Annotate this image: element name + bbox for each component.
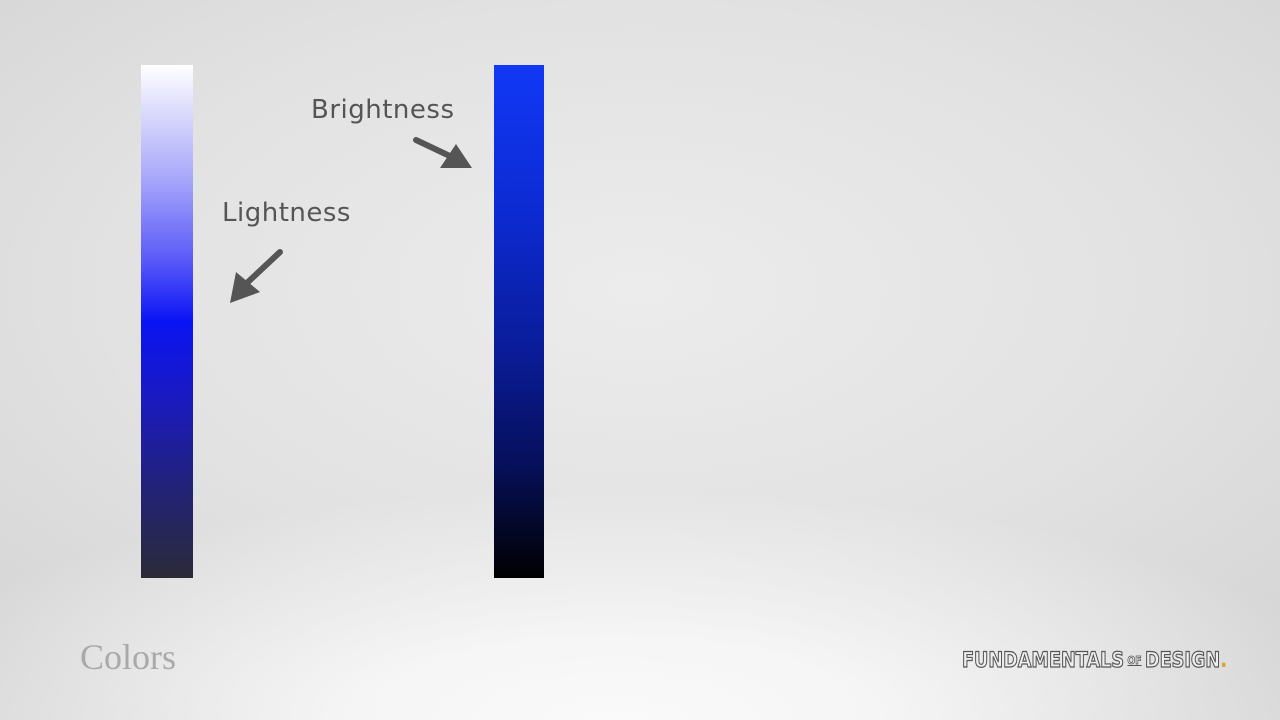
slide-title: Colors (80, 637, 177, 677)
lightness-gradient-bar (141, 65, 193, 578)
brightness-label: Brightness (311, 95, 455, 125)
arrow-down-left-icon (230, 249, 283, 303)
brightness-gradient-bar (494, 65, 544, 578)
logo-word-of: OF (1127, 653, 1142, 667)
arrow-down-right-icon (413, 137, 472, 168)
lightness-label: Lightness (222, 198, 351, 228)
logo-word-design: DESIGN (1144, 647, 1221, 672)
fundamentals-of-design-logo: FUNDAMENTALS OF DESIGN . (961, 646, 1228, 674)
logo-word-fundamentals: FUNDAMENTALS (961, 647, 1125, 672)
logo-dot: . (1220, 647, 1228, 673)
